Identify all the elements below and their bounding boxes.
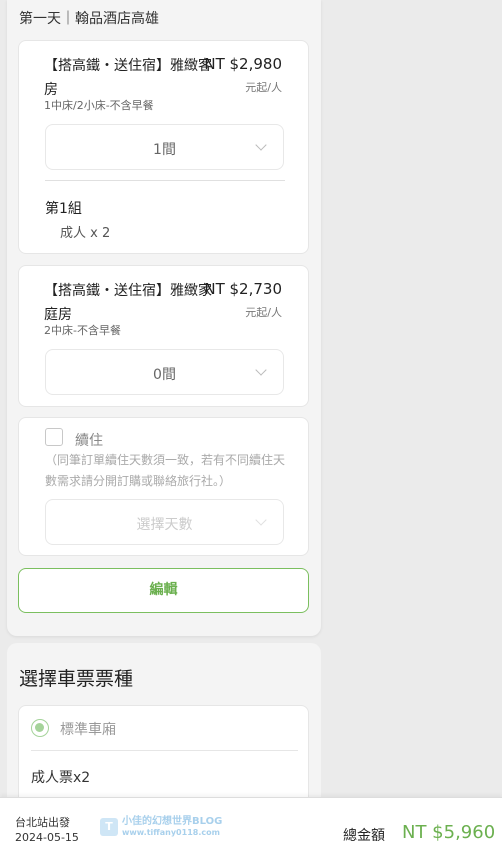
room-card-1: 【搭高鐵・送住宿】雅緻客房 NT $2,980 元起/人 1中床/2小床-不含早… <box>18 40 309 254</box>
stay-days-select[interactable]: 選擇天數 <box>45 499 284 545</box>
departure-date: 2024-05-15 <box>15 831 79 844</box>
departure-station: 台北站出發 <box>15 816 70 829</box>
continue-stay-checkbox[interactable] <box>45 428 63 446</box>
ticket-option-label: 標準車廂 <box>60 722 116 738</box>
watermark-title: 小佳的幻想世界BLOG <box>122 816 223 827</box>
room-quantity-select[interactable]: 1間 <box>45 124 284 170</box>
room-quantity-value: 1間 <box>153 142 176 158</box>
group-detail: 成人 x 2 <box>60 226 111 241</box>
continue-stay-card: 續住 （同筆訂單續住天數須一致，若有不同續住天數需求請分開訂購或聯絡旅行社。） … <box>18 417 309 556</box>
edit-button[interactable]: 編輯 <box>18 568 309 613</box>
continue-stay-note: （同筆訂單續住天數須一致，若有不同續住天數需求請分開訂購或聯絡旅行社。） <box>45 453 286 488</box>
blog-watermark: T 小佳的幻想世界BLOG www.tiffany0118.com <box>100 816 222 838</box>
room-price: NT $2,980 <box>204 55 282 73</box>
divider <box>45 180 285 181</box>
total-amount: NT $5,960 <box>402 822 496 843</box>
divider <box>31 750 298 751</box>
price-unit: 元起/人 <box>245 81 282 94</box>
room-name: 【搭高鐵・送住宿】雅緻客房 <box>44 58 212 98</box>
price-unit: 元起/人 <box>245 306 282 319</box>
room-price: NT $2,730 <box>204 280 282 298</box>
room-quantity-select[interactable]: 0間 <box>45 349 284 395</box>
watermark-url: www.tiffany0118.com <box>122 828 220 837</box>
total-label: 總金額 <box>343 828 385 844</box>
room-quantity-value: 0間 <box>153 367 176 383</box>
room-bed-info: 2中床-不含早餐 <box>44 324 121 337</box>
day-header: 第一天｜翰品酒店高雄 <box>19 11 159 27</box>
bottom-summary-bar: 台北站出發 2024-05-15 T 小佳的幻想世界BLOG www.tiffa… <box>0 797 502 850</box>
ticket-count: 成人票x2 <box>31 770 91 786</box>
stay-days-placeholder: 選擇天數 <box>136 517 193 533</box>
room-name: 【搭高鐵・送住宿】雅緻家庭房 <box>44 283 212 323</box>
ticket-section-title: 選擇車票票種 <box>19 668 134 690</box>
room-card-2: 【搭高鐵・送住宿】雅緻家庭房 NT $2,730 元起/人 2中床-不含早餐 0… <box>18 265 309 407</box>
continue-stay-label: 續住 <box>75 433 103 449</box>
room-bed-info: 1中床/2小床-不含早餐 <box>44 99 154 112</box>
group-title: 第1組 <box>45 201 82 217</box>
watermark-logo-icon: T <box>100 818 118 836</box>
standard-car-radio[interactable] <box>31 719 49 737</box>
